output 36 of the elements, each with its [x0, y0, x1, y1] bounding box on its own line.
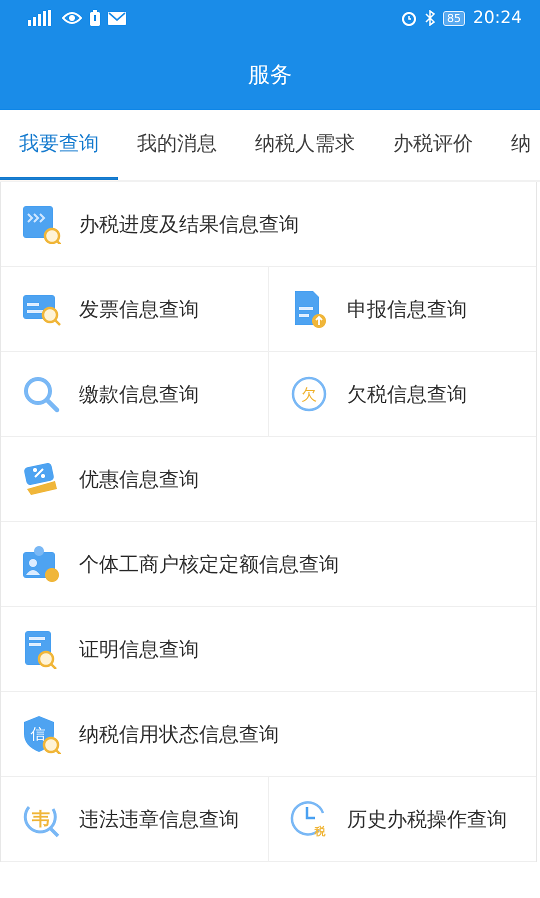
service-item[interactable]: 申报信息查询: [268, 267, 536, 351]
tab[interactable]: 我要查询: [0, 110, 118, 180]
service-item[interactable]: 税 历史办税操作查询: [268, 777, 536, 861]
shield-search-icon: [24, 716, 61, 754]
clock-icon: [290, 801, 324, 836]
tab[interactable]: 我的消息: [118, 110, 236, 180]
service-item[interactable]: 证明信息查询: [1, 607, 536, 691]
clock-time: 20:24: [473, 8, 522, 28]
eye-icon: [62, 11, 82, 25]
icon-character: 韦: [32, 809, 50, 830]
service-item[interactable]: 个体工商户核定定额信息查询: [1, 522, 536, 606]
icon-character: 欠: [301, 385, 317, 404]
service-item[interactable]: 信 纳税信用状态信息查询: [1, 692, 536, 776]
circle-character-icon: [292, 376, 326, 412]
tab[interactable]: 纳税人需求: [236, 110, 374, 180]
page-title: 服务: [248, 62, 292, 90]
search-icon: [21, 374, 61, 414]
battery-level: 85: [443, 10, 465, 26]
mail-icon: [108, 12, 126, 24]
icon-character: 税: [314, 825, 326, 838]
signal-icon: [28, 10, 54, 26]
service-item[interactable]: 缴款信息查询: [1, 352, 268, 436]
circle-search-icon: [24, 806, 60, 838]
service-item[interactable]: 优惠信息查询: [1, 437, 536, 521]
battery-alert-icon: [90, 10, 100, 26]
service-item[interactable]: 发票信息查询: [1, 267, 268, 351]
service-item[interactable]: 办税进度及结果信息查询: [1, 182, 536, 266]
icon-character: 信: [30, 725, 46, 743]
tab[interactable]: 纳: [492, 110, 540, 180]
service-item[interactable]: 欠 欠税信息查询: [268, 352, 536, 436]
tab[interactable]: 办税评价: [374, 110, 492, 180]
bluetooth-icon: [425, 10, 435, 26]
service-item[interactable]: 韦 违法违章信息查询: [1, 777, 268, 861]
id-card-icon: [21, 544, 61, 584]
document-search-icon: [21, 204, 61, 244]
alarm-icon: [401, 10, 417, 26]
